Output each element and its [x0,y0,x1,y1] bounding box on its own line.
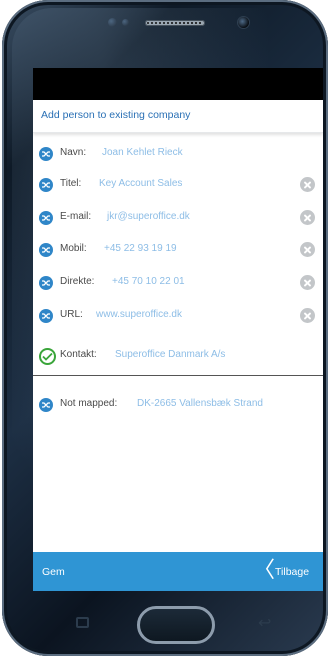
field-row-navn[interactable]: Navn: Joan Kehlet Rieck [33,142,323,166]
field-row-email[interactable]: E-mail: jkr@superoffice.dk [33,206,323,230]
clear-icon[interactable] [300,242,315,257]
field-value[interactable]: www.superoffice.dk [96,309,182,320]
earpiece-speaker [145,20,205,26]
clear-icon[interactable] [300,275,315,290]
shuffle-icon[interactable] [39,398,53,412]
title-bar: Add person to existing company [33,100,323,133]
field-label: Navn: [60,147,87,158]
recents-icon[interactable] [76,617,89,628]
field-value[interactable]: +45 70 10 22 01 [112,276,185,287]
front-camera [238,17,249,28]
field-row-not-mapped[interactable]: Not mapped: DK-2665 Vallensbæk Strand [33,393,323,417]
light-sensor [122,19,129,26]
status-bar [33,68,323,100]
field-label: Direkte: [60,276,95,287]
clear-icon[interactable] [300,308,315,323]
clear-icon[interactable] [300,210,315,225]
proximity-sensor [108,18,117,27]
field-row-kontakt[interactable]: Kontakt: Superoffice Danmark A/s [33,344,323,368]
back-button[interactable]: Tilbage [275,566,309,578]
field-label: Kontakt: [60,349,97,360]
field-label: Titel: [60,178,82,189]
section-divider [33,375,323,376]
field-row-titel[interactable]: Titel: Key Account Sales [33,173,323,197]
field-value[interactable]: jkr@superoffice.dk [107,211,190,222]
field-label: Mobil: [60,243,87,254]
field-label: E-mail: [60,211,92,222]
shuffle-icon[interactable] [39,243,53,257]
shuffle-icon[interactable] [39,147,53,161]
field-value[interactable]: Key Account Sales [99,178,182,189]
page-title: Add person to existing company [41,109,191,121]
app-screen: Add person to existing company Navn: Joa… [33,68,323,591]
shuffle-icon[interactable] [39,178,53,192]
shuffle-icon[interactable] [39,309,53,323]
field-row-mobil[interactable]: Mobil: +45 22 93 19 19 [33,238,323,262]
clear-icon[interactable] [300,177,315,192]
field-value[interactable]: +45 22 93 19 19 [104,243,177,254]
check-circle-icon [39,348,56,365]
field-value[interactable]: DK-2665 Vallensbæk Strand [137,398,263,409]
chevron-left-icon: 〈 [253,558,276,583]
bottom-action-bar: Gem 〈 Tilbage [33,552,323,591]
field-label: URL: [60,309,83,320]
field-value[interactable]: Superoffice Danmark A/s [115,349,225,360]
field-value[interactable]: Joan Kehlet Rieck [102,147,183,158]
home-button[interactable] [137,606,215,644]
shuffle-icon[interactable] [39,276,53,290]
shuffle-icon[interactable] [39,211,53,225]
back-key-icon[interactable]: ↩ [258,615,278,631]
field-row-direkte[interactable]: Direkte: +45 70 10 22 01 [33,271,323,295]
field-label: Not mapped: [60,398,118,409]
field-row-url[interactable]: URL: www.superoffice.dk [33,304,323,328]
save-button[interactable]: Gem [42,566,65,578]
